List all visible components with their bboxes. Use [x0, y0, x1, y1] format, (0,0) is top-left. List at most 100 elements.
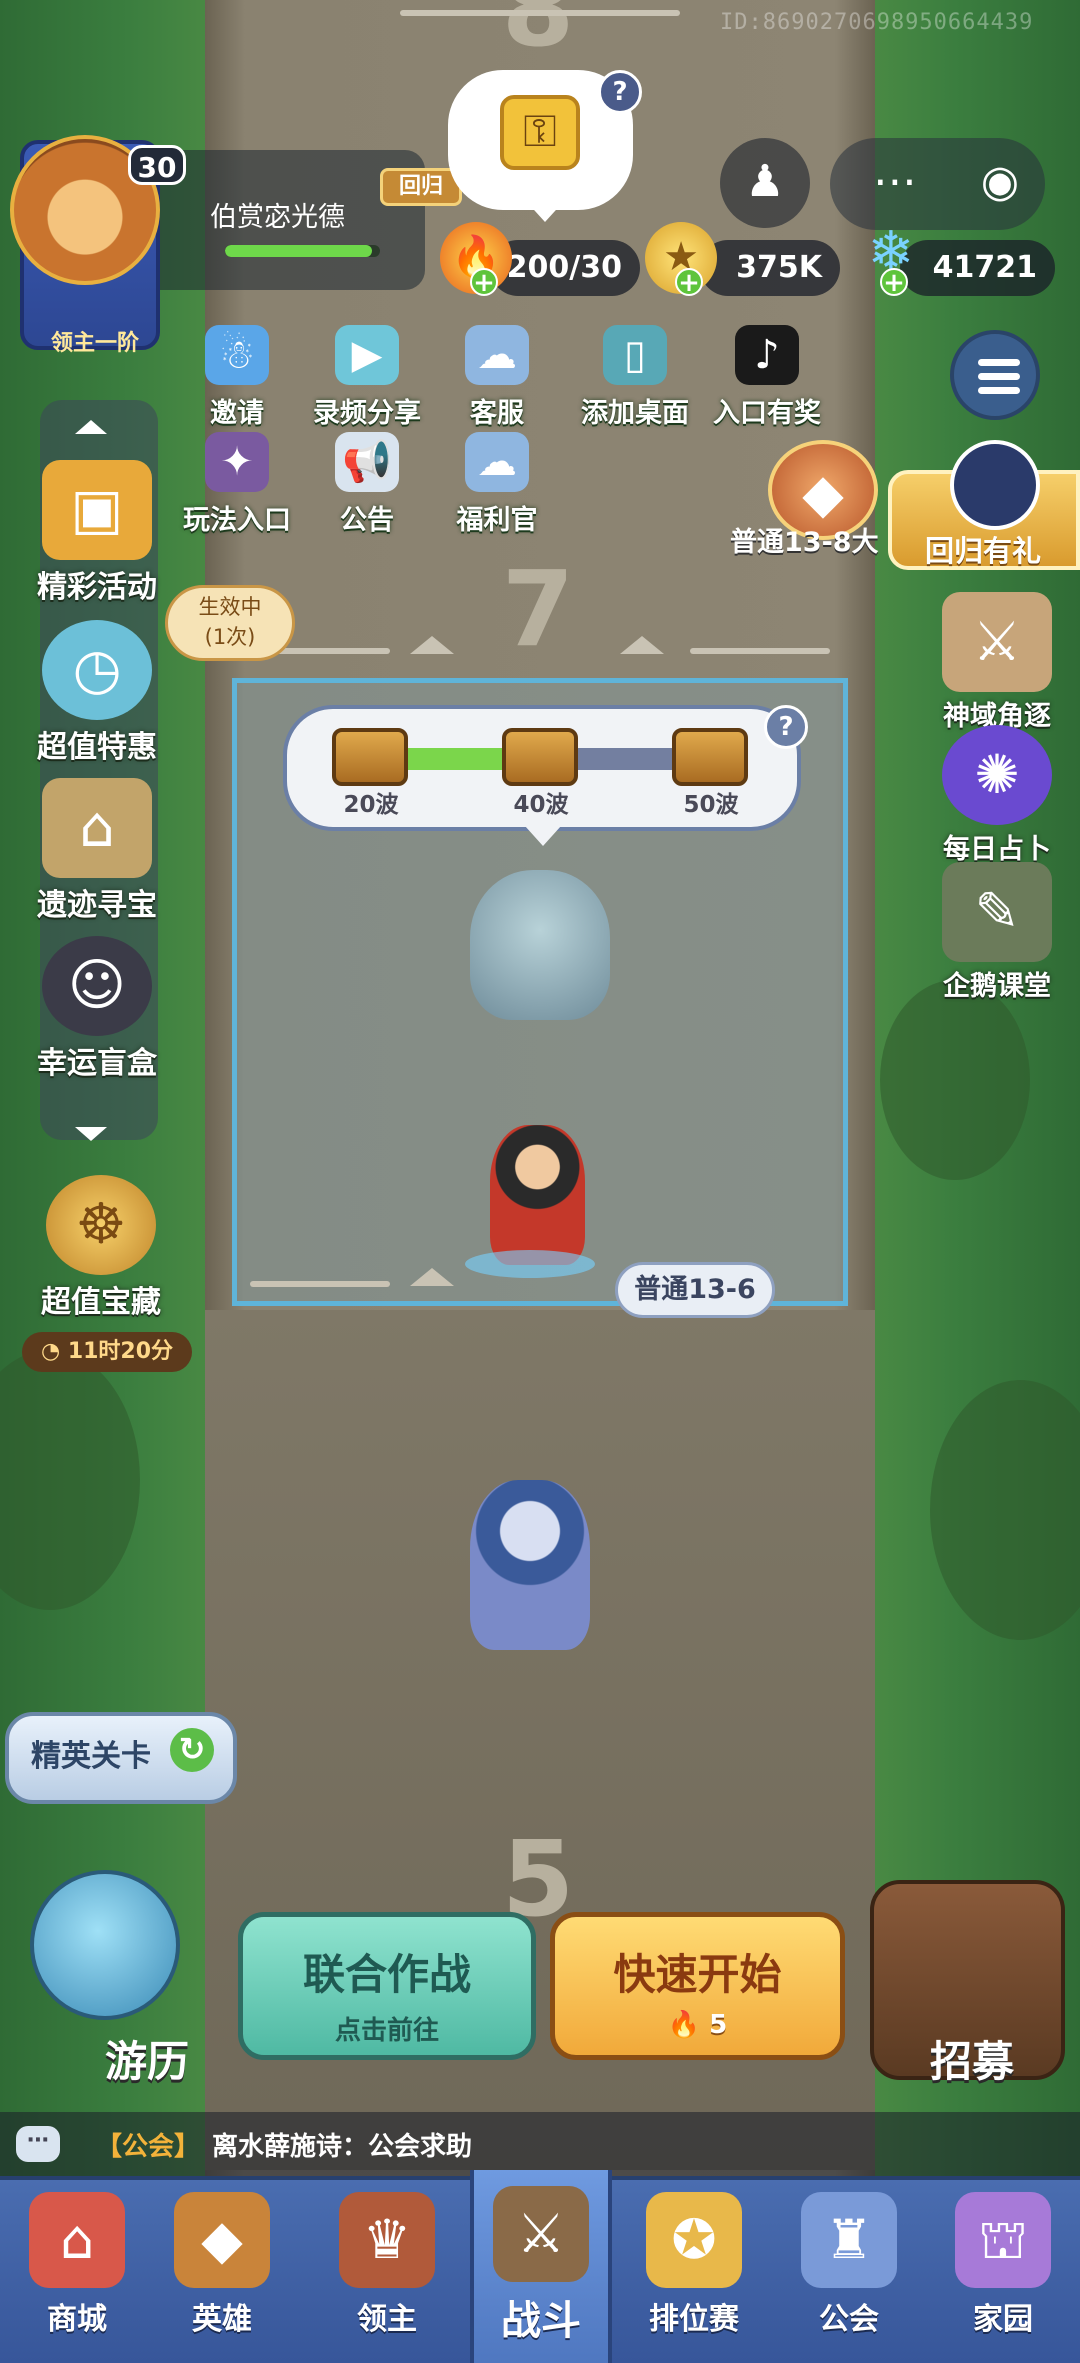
wave-chest-icon[interactable] — [502, 728, 578, 786]
effect-count-text: (1次) — [204, 625, 256, 649]
player-progress-fill — [225, 245, 373, 257]
shortcut-announcement[interactable]: 📢 公告 — [302, 432, 432, 537]
wave-milestone-label: 20波 — [343, 792, 399, 818]
clock-icon: ◔ — [40, 1339, 68, 1364]
road-number-middle: 7 — [501, 548, 575, 670]
tiktok-icon: ♪ — [735, 325, 799, 385]
help-icon[interactable]: ? — [598, 70, 642, 114]
menu-item-events[interactable]: ▣ 精彩活动 — [12, 460, 182, 606]
menu-item-value-treasure[interactable]: ☸ 超值宝藏 — [16, 1175, 186, 1321]
flame-icon: 🔥 — [667, 2010, 701, 2040]
key-bubble-tail — [525, 200, 565, 222]
nav-tab-guild[interactable]: ♜ 公会 — [772, 2176, 926, 2363]
hamburger-menu-icon[interactable] — [950, 330, 1040, 420]
shortcut-customer-service[interactable]: ☁ 客服 — [432, 325, 562, 430]
more-ellipsis-icon[interactable]: ⋯ — [850, 138, 940, 228]
coop-battle-button[interactable]: 联合作战 点击前往 — [238, 1912, 536, 2060]
nav-tab-heroes[interactable]: ◆ 英雄 — [145, 2176, 299, 2363]
nav-tab-lord[interactable]: ♛ 领主 — [310, 2176, 464, 2363]
road-marker-line — [400, 10, 680, 16]
ghost-support-icon: ☁ — [465, 325, 529, 385]
close-target-icon[interactable]: ◉ — [955, 138, 1045, 228]
nav-tab-label: 公会 — [819, 2302, 879, 2337]
hot-air-balloon-icon[interactable] — [30, 1870, 180, 2020]
crystal-ball-icon: ✺ — [942, 725, 1052, 825]
chat-bubble-icon[interactable]: ⋯ — [16, 2126, 60, 2162]
nav-tab-label: 领主 — [357, 2302, 417, 2337]
gamepad-icon: ✦ — [205, 432, 269, 492]
video-camera-icon: ▶ — [335, 325, 399, 385]
shortcut-add-desktop[interactable]: ▯ 添加桌面 — [565, 325, 705, 430]
road-marker-line — [250, 1281, 390, 1287]
add-stamina-icon[interactable]: + — [470, 268, 498, 296]
phone-add-icon: ▯ — [603, 325, 667, 385]
scroll-down-icon[interactable] — [75, 1127, 107, 1141]
player-progress-bar — [225, 245, 380, 257]
chat-message: 离水薛施诗：公会求助 — [212, 2132, 473, 2162]
nav-tab-home[interactable]: ⛫ 家园 — [926, 2176, 1080, 2363]
shortcut-entry-reward[interactable]: ♪ 入口有奖 — [697, 325, 837, 430]
shortcut-label: 邀请 — [210, 398, 264, 429]
wave-milestone-label: 40波 — [513, 792, 569, 818]
nav-tab-ranked[interactable]: ✪ 排位赛 — [617, 2176, 771, 2363]
refresh-icon[interactable]: ↻ — [170, 1728, 214, 1772]
ruins-icon: ⌂ — [42, 778, 152, 878]
shortcut-welfare-officer[interactable]: ☁ 福利官 — [432, 432, 562, 537]
menu-item-label: 每日占卜 — [943, 834, 1051, 865]
megaphone-icon: 📢 — [335, 432, 399, 492]
menu-item-penguin-class[interactable]: ✎ 企鹅课堂 — [922, 862, 1072, 1003]
shortcut-record-share[interactable]: ▶ 录频分享 — [302, 325, 432, 430]
add-gold-icon[interactable]: + — [675, 268, 703, 296]
shortcut-gameplay-entry[interactable]: ✦ 玩法入口 — [172, 432, 302, 537]
profile-bust-icon[interactable]: ♟ — [720, 138, 810, 228]
quick-start-button[interactable]: 快速开始 🔥 5 — [550, 1912, 845, 2060]
quick-start-cost: 5 — [709, 2010, 728, 2040]
wave-chest-icon[interactable] — [672, 728, 748, 786]
ship-wheel-icon: ☸ — [46, 1175, 156, 1275]
player-name: 伯赏宓光德 — [210, 202, 345, 233]
player-rank-label: 领主一阶 — [50, 331, 139, 356]
palace-icon: ⛫ — [955, 2192, 1051, 2288]
wave-bubble-tail — [525, 826, 561, 846]
gem-value: 41721 — [932, 250, 1037, 285]
menu-item-deals[interactable]: ◷ 超值特惠 — [12, 620, 182, 766]
shortcut-label: 玩法入口 — [183, 505, 291, 536]
gold-counter[interactable]: 375K — [700, 240, 840, 296]
penguin-icon — [950, 440, 1040, 530]
menu-item-lucky-box[interactable]: ☺ 幸运盲盒 — [12, 936, 182, 1082]
shortcut-invite[interactable]: ☃ 邀请 — [172, 325, 302, 430]
stopwatch-icon: ◷ — [42, 620, 152, 720]
banner-crown-icon: ♛ — [339, 2192, 435, 2288]
travel-label[interactable]: 游历 — [105, 2028, 189, 2089]
nav-tab-label: 排位赛 — [649, 2302, 739, 2337]
player-id-watermark: ID:8690270698950664439 — [720, 10, 1034, 35]
stage-label[interactable]: 普通13-6 — [615, 1262, 775, 1318]
battle-weapons-icon: ⚔ — [493, 2186, 589, 2282]
return-tag[interactable]: 回归 — [380, 168, 462, 206]
menu-item-divine-contest[interactable]: ⚔ 神域角逐 — [922, 592, 1072, 733]
normal-stage-chip[interactable]: 普通13-8大 — [730, 520, 879, 559]
key-icon[interactable]: ⚿ — [500, 95, 580, 170]
nav-tab-shop[interactable]: ⌂ 商城 — [0, 2176, 154, 2363]
mage-character — [470, 1480, 590, 1650]
menu-item-ruins-treasure[interactable]: ⌂ 遗迹寻宝 — [12, 778, 182, 924]
menu-item-label: 遗迹寻宝 — [37, 888, 157, 923]
scroll-up-icon[interactable] — [75, 420, 107, 434]
road-arrow — [410, 636, 454, 654]
penguin-teacher-icon: ✎ — [942, 862, 1052, 962]
stamina-counter[interactable]: 200/30 — [490, 240, 640, 296]
shortcut-label: 福利官 — [456, 505, 538, 536]
stamina-value: 200/30 — [506, 250, 622, 285]
menu-item-daily-divination[interactable]: ✺ 每日占卜 — [922, 725, 1072, 866]
snowman-invite-icon: ☃ — [205, 325, 269, 385]
wave-chest-icon[interactable] — [332, 728, 408, 786]
nav-tab-battle[interactable]: ⚔ 战斗 — [470, 2170, 612, 2363]
recruit-label[interactable]: 招募 — [930, 2028, 1014, 2089]
quick-start-title: 快速开始 — [613, 1950, 782, 1999]
add-gem-icon[interactable]: + — [880, 268, 908, 296]
chat-channel: 【公会】 — [96, 2132, 201, 2162]
wave-help-icon[interactable]: ? — [764, 705, 808, 749]
treasure-chest-icon: ▣ — [42, 460, 152, 560]
coop-title: 联合作战 — [302, 1950, 471, 1999]
crossed-swords-icon: ⚔ — [942, 592, 1052, 692]
